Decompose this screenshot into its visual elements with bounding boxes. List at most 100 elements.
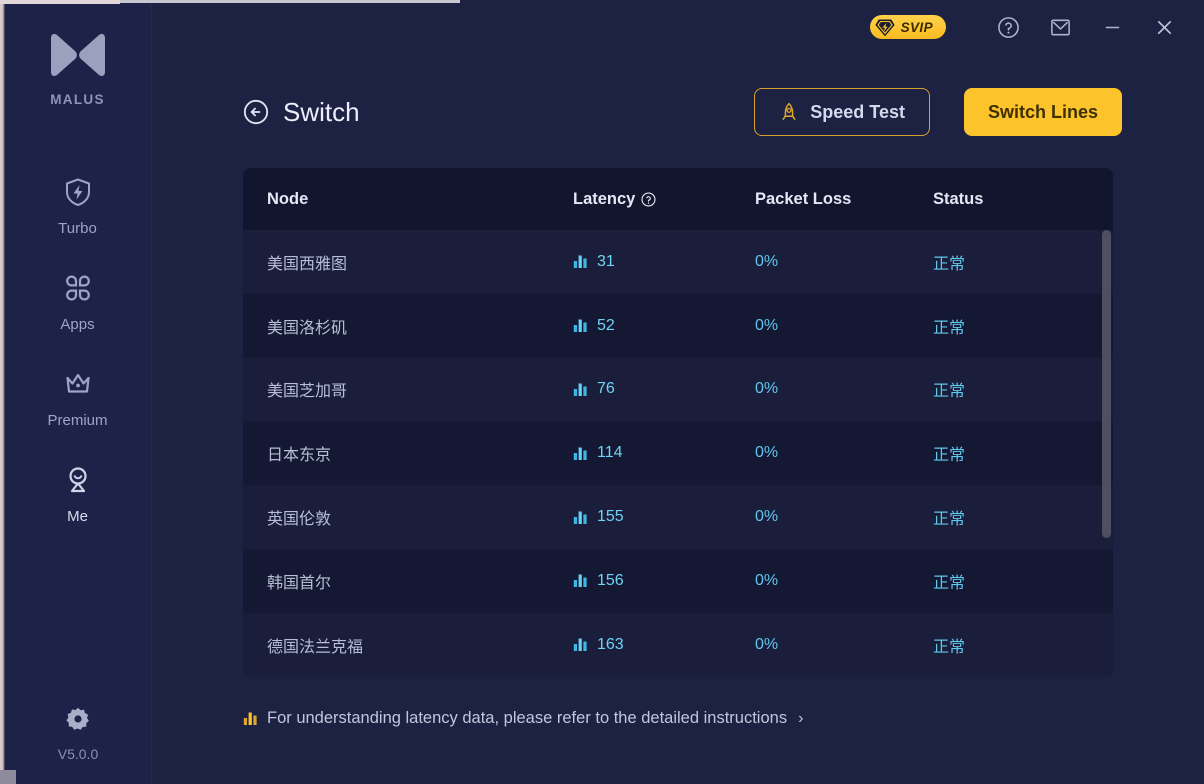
column-header-packet-loss: Packet Loss (755, 190, 933, 209)
table-row[interactable]: 日本东京 114 0% 正常 (243, 421, 1113, 485)
brand: MALUS (47, 32, 109, 107)
window-top-border-a (0, 0, 120, 4)
table-row[interactable]: 美国洛杉矶 52 0% 正常 (243, 294, 1113, 358)
sidebar-item-me[interactable]: Me (4, 447, 151, 543)
table-row[interactable]: 英国伦敦 155 0% 正常 (243, 485, 1113, 549)
sidebar-item-label: Me (67, 508, 88, 525)
cell-status: 正常 (933, 250, 1113, 274)
close-icon (1153, 16, 1176, 39)
cell-latency-value: 114 (597, 444, 623, 462)
svip-label: SVIP (901, 20, 933, 35)
table-scrollbar[interactable] (1102, 230, 1111, 677)
chevron-right-icon: › (798, 710, 803, 728)
person-icon (63, 465, 93, 495)
window-left-border (0, 0, 5, 784)
bar-chart-icon (573, 318, 588, 333)
node-table: Node Latency Packet Loss Status (243, 168, 1113, 677)
bar-chart-icon (573, 637, 588, 652)
column-header-latency-label: Latency (573, 190, 635, 209)
latency-instructions-link[interactable]: For understanding latency data, please r… (243, 709, 803, 728)
cell-status: 正常 (933, 505, 1113, 529)
sidebar-footer: V5.0.0 (4, 706, 152, 762)
cell-latency-value: 155 (597, 508, 624, 526)
cell-latency-value: 76 (597, 380, 615, 398)
switch-lines-button[interactable]: Switch Lines (964, 88, 1122, 136)
cell-latency: 155 (573, 508, 755, 526)
diamond-gem-icon (874, 18, 896, 37)
bar-chart-icon (573, 510, 588, 525)
cell-node: 美国洛杉矶 (243, 314, 573, 338)
sidebar-item-premium[interactable]: Premium (4, 351, 151, 447)
apps-grid-icon (63, 273, 93, 303)
column-header-node: Node (243, 190, 573, 209)
cell-status: 正常 (933, 441, 1113, 465)
cell-packet-loss: 0% (755, 317, 933, 335)
scrollbar-thumb[interactable] (1102, 230, 1111, 538)
cell-latency: 156 (573, 572, 755, 590)
cell-latency: 163 (573, 636, 755, 654)
cell-node: 韩国首尔 (243, 569, 573, 593)
cell-node: 英国伦敦 (243, 505, 573, 529)
sidebar-item-apps[interactable]: Apps (4, 255, 151, 351)
page-title: Switch (283, 97, 360, 128)
sidebar-item-turbo[interactable]: Turbo (4, 159, 151, 255)
app-version: V5.0.0 (58, 746, 98, 762)
crown-icon (63, 369, 93, 399)
cell-status: 正常 (933, 377, 1113, 401)
bar-chart-icon (243, 711, 258, 726)
table-body: 美国西雅图 31 0% 正常 (243, 230, 1113, 677)
cell-latency-value: 163 (597, 636, 624, 654)
envelope-icon (1049, 16, 1072, 39)
sidebar-nav: Turbo Apps (4, 159, 151, 543)
mail-button[interactable] (1034, 5, 1086, 49)
cell-latency: 52 (573, 317, 755, 335)
cell-packet-loss: 0% (755, 380, 933, 398)
main-content: Switch Speed Test Switch Lines (152, 54, 1204, 784)
sidebar-item-label: Premium (47, 412, 107, 429)
table-row[interactable]: 德国法兰克福 163 0% 正常 (243, 613, 1113, 677)
svip-badge[interactable]: SVIP (870, 15, 946, 39)
column-header-latency: Latency (573, 190, 755, 209)
bar-chart-icon (573, 446, 588, 461)
cell-node: 美国芝加哥 (243, 377, 573, 401)
cell-packet-loss: 0% (755, 508, 933, 526)
sidebar-item-label: Turbo (58, 220, 97, 237)
table-row[interactable]: 韩国首尔 156 0% 正常 (243, 549, 1113, 613)
close-button[interactable] (1138, 5, 1190, 49)
help-button[interactable] (982, 5, 1034, 49)
header-actions: Speed Test Switch Lines (754, 88, 1122, 136)
cell-packet-loss: 0% (755, 572, 933, 590)
malus-bowtie-logo (47, 32, 109, 78)
cell-status: 正常 (933, 633, 1113, 657)
cell-status: 正常 (933, 569, 1113, 593)
titlebar: SVIP (152, 0, 1204, 54)
gear-icon[interactable] (65, 706, 91, 732)
window-top-border-b (120, 0, 460, 3)
rocket-icon (779, 102, 799, 122)
cell-latency-value: 156 (597, 572, 624, 590)
app-window: MALUS Turbo (0, 0, 1204, 784)
cell-latency: 76 (573, 380, 755, 398)
table-row[interactable]: 美国西雅图 31 0% 正常 (243, 230, 1113, 294)
table-row[interactable]: 美国芝加哥 76 0% 正常 (243, 358, 1113, 422)
minimize-button[interactable] (1086, 5, 1138, 49)
brand-name: MALUS (50, 92, 105, 107)
shield-bolt-icon (63, 177, 93, 207)
latency-instructions-text: For understanding latency data, please r… (267, 709, 787, 728)
back-button[interactable]: Switch (243, 97, 360, 128)
cell-node: 美国西雅图 (243, 250, 573, 274)
cell-latency-value: 31 (597, 253, 615, 271)
cell-packet-loss: 0% (755, 444, 933, 462)
cell-node: 日本东京 (243, 441, 573, 465)
question-circle-icon (997, 16, 1020, 39)
cell-latency-value: 52 (597, 317, 615, 335)
cell-node: 德国法兰克福 (243, 633, 573, 657)
back-arrow-circle-icon (243, 99, 269, 125)
speed-test-button[interactable]: Speed Test (754, 88, 930, 136)
bar-chart-icon (573, 254, 588, 269)
sidebar: MALUS Turbo (4, 0, 152, 784)
page-header: Switch Speed Test Switch Lines (243, 84, 1122, 140)
cell-packet-loss: 0% (755, 636, 933, 654)
speed-test-label: Speed Test (810, 102, 905, 123)
question-circle-icon[interactable] (641, 192, 656, 207)
